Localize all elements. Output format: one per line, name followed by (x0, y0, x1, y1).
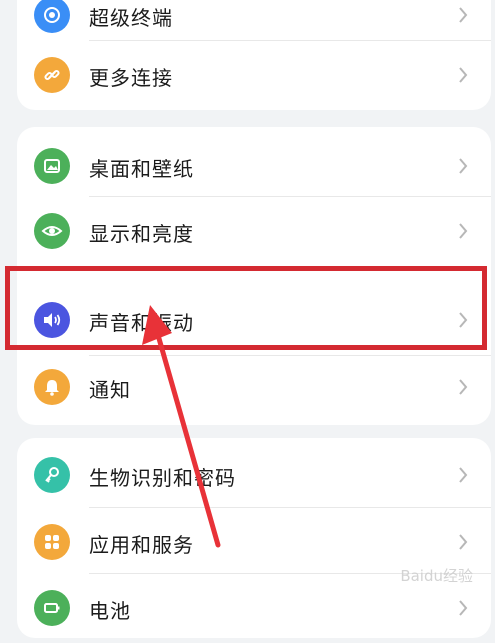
watermark: Baidu经验 (400, 567, 473, 585)
annotation-arrow (142, 305, 221, 548)
